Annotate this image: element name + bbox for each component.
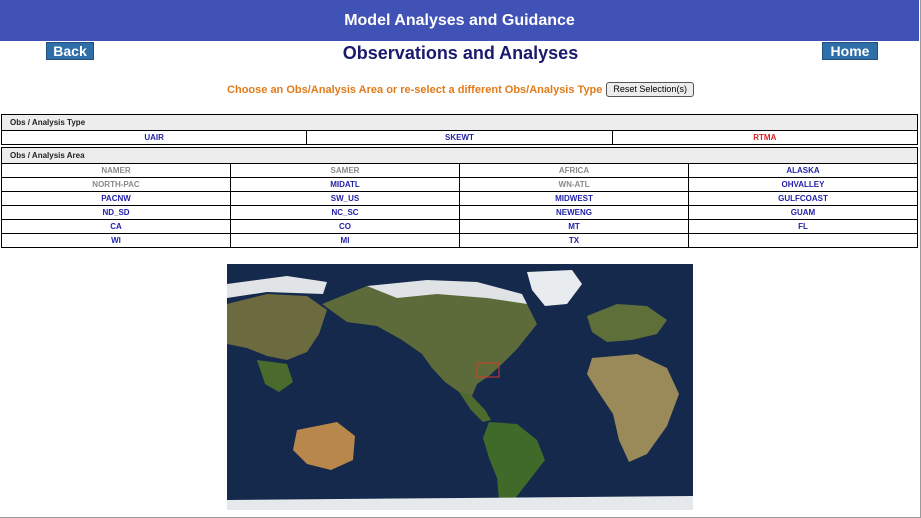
obs-area-wn-atl: WN-ATL	[459, 177, 689, 192]
obs-area-alaska[interactable]: ALASKA	[688, 163, 918, 178]
obs-area-pacnw[interactable]: PACNW	[1, 191, 231, 206]
obs-area-wi[interactable]: WI	[1, 233, 231, 248]
home-button[interactable]: Home	[822, 42, 878, 60]
obs-area-north-pac: NORTH-PAC	[1, 177, 231, 192]
obs-area-mt[interactable]: MT	[459, 219, 689, 234]
obs-area-samer: SAMER	[230, 163, 460, 178]
area-row: NORTH-PAC MIDATL WN-ATL OHVALLEY	[1, 177, 918, 192]
obs-area-africa: AFRICA	[459, 163, 689, 178]
obs-area-midatl[interactable]: MIDATL	[230, 177, 460, 192]
obs-type-header: Obs / Analysis Type	[1, 114, 918, 131]
obs-area-empty	[688, 233, 918, 248]
obs-type-table: Obs / Analysis Type UAIR SKEWT RTMA	[0, 114, 919, 145]
page-subtitle: Observations and Analyses	[342, 43, 579, 63]
obs-area-midwest[interactable]: MIDWEST	[459, 191, 689, 206]
obs-type-skewt[interactable]: SKEWT	[306, 130, 613, 145]
back-button[interactable]: Back	[46, 42, 94, 60]
reset-selections-button[interactable]: Reset Selection(s)	[606, 82, 694, 97]
area-row: WI MI TX	[1, 233, 918, 248]
obs-type-uair[interactable]: UAIR	[0, 130, 308, 145]
obs-area-fl[interactable]: FL	[688, 219, 918, 234]
obs-area-guam[interactable]: GUAM	[688, 205, 918, 220]
page-title: Model Analyses and Guidance	[344, 11, 575, 29]
instruction-row: Choose an Obs/Analysis Area or re-select…	[0, 82, 921, 97]
obs-area-ca[interactable]: CA	[1, 219, 231, 234]
area-row: PACNW SW_US MIDWEST GULFCOAST	[1, 191, 918, 206]
area-row: ND_SD NC_SC NEWENG GUAM	[1, 205, 918, 220]
world-map-svg	[227, 264, 693, 510]
area-row: NAMER SAMER AFRICA ALASKA	[1, 163, 918, 178]
world-map[interactable]	[227, 264, 693, 510]
obs-area-nc-sc[interactable]: NC_SC	[230, 205, 460, 220]
obs-area-nd-sd[interactable]: ND_SD	[1, 205, 231, 220]
obs-area-tx[interactable]: TX	[459, 233, 689, 248]
page-banner: Model Analyses and Guidance	[0, 0, 919, 41]
obs-area-gulfcoast[interactable]: GULFCOAST	[688, 191, 918, 206]
obs-area-header: Obs / Analysis Area	[1, 147, 918, 164]
obs-area-co[interactable]: CO	[230, 219, 460, 234]
obs-area-neweng[interactable]: NEWENG	[459, 205, 689, 220]
obs-type-rtma: RTMA	[611, 130, 919, 145]
obs-area-mi[interactable]: MI	[230, 233, 460, 248]
area-row: CA CO MT FL	[1, 219, 918, 234]
obs-area-table: Obs / Analysis Area NAMER SAMER AFRICA ALAS…	[1, 147, 918, 248]
instruction-text: Choose an Obs/Analysis Area or re-select…	[227, 83, 603, 96]
obs-area-sw-us[interactable]: SW_US	[230, 191, 460, 206]
obs-area-ohvalley[interactable]: OHVALLEY	[688, 177, 918, 192]
obs-area-namer: NAMER	[1, 163, 231, 178]
